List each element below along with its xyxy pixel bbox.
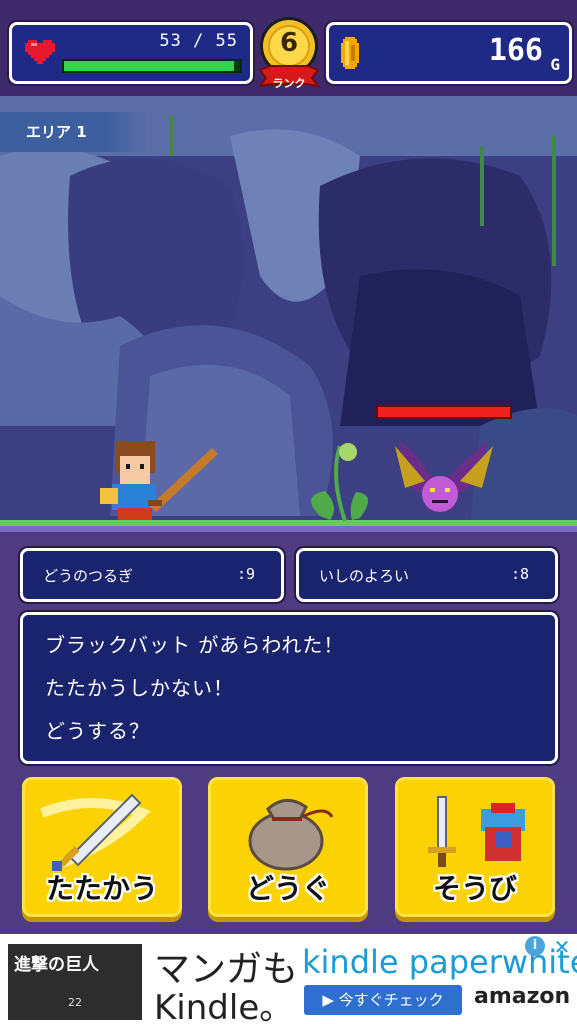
hp-bar-fill <box>64 61 234 71</box>
fight-button[interactable]: たたかう <box>22 777 182 917</box>
fight-label: たたかう <box>45 872 158 905</box>
equip-button[interactable]: そうび <box>395 777 555 917</box>
enemy-hp-bar <box>376 405 512 419</box>
gold-unit: G <box>550 55 560 74</box>
message-window: ブラックバット があらわれた！ たたかうしかない！ どうする？ <box>20 612 558 764</box>
hp-value: 53 / 55 <box>159 31 238 51</box>
rank-badge[interactable]: 6 ランク <box>256 14 322 92</box>
coin-icon <box>341 37 359 69</box>
equipment-icon <box>428 796 525 867</box>
rank-number: 6 <box>279 28 299 58</box>
info-icon[interactable]: i <box>525 936 545 956</box>
area-label: エリア 1 <box>26 123 87 141</box>
message-line: どうする？ <box>45 719 150 743</box>
armor-value: :8 <box>510 565 529 583</box>
armor-status: いしのよろい :8 <box>296 548 558 602</box>
ad-book-title: 進撃の巨人 <box>14 955 99 975</box>
armor-name: いしのよろい <box>319 567 410 585</box>
cave-background <box>0 96 577 532</box>
hp-panel: 53 / 55 <box>9 22 253 84</box>
close-icon[interactable]: ✕ <box>551 936 573 958</box>
ad-brand: amazon <box>474 984 571 1009</box>
item-button[interactable]: どうぐ <box>208 777 368 917</box>
ad-book-volume: 22 <box>68 996 82 1009</box>
ad-subheadline: Kindle。 <box>154 988 294 1024</box>
weapon-status: どうのつるぎ :9 <box>20 548 284 602</box>
heart-icon <box>25 40 55 64</box>
bag-icon <box>248 799 334 871</box>
weapon-name: どうのつるぎ <box>43 567 134 585</box>
game-screen: 53 / 55 6 ランク 166 G エリア 1 どうのつるぎ:9 いしのよ… <box>0 0 577 1024</box>
message-line: ブラックバット があらわれた！ <box>45 633 345 657</box>
gold-value: 166 <box>488 33 543 68</box>
message-line: たたかうしかない！ <box>45 676 234 700</box>
weapon-value: :9 <box>236 565 255 583</box>
rank-label: ランク <box>272 77 306 90</box>
hp-bar <box>62 59 242 73</box>
gold-panel: 166 G <box>326 22 572 84</box>
sword-slash-icon <box>40 793 151 871</box>
equip-label: そうび <box>432 872 517 905</box>
item-label: どうぐ <box>245 872 330 905</box>
ad-cta-button[interactable]: ▶ 今すぐチェック <box>304 985 462 1015</box>
